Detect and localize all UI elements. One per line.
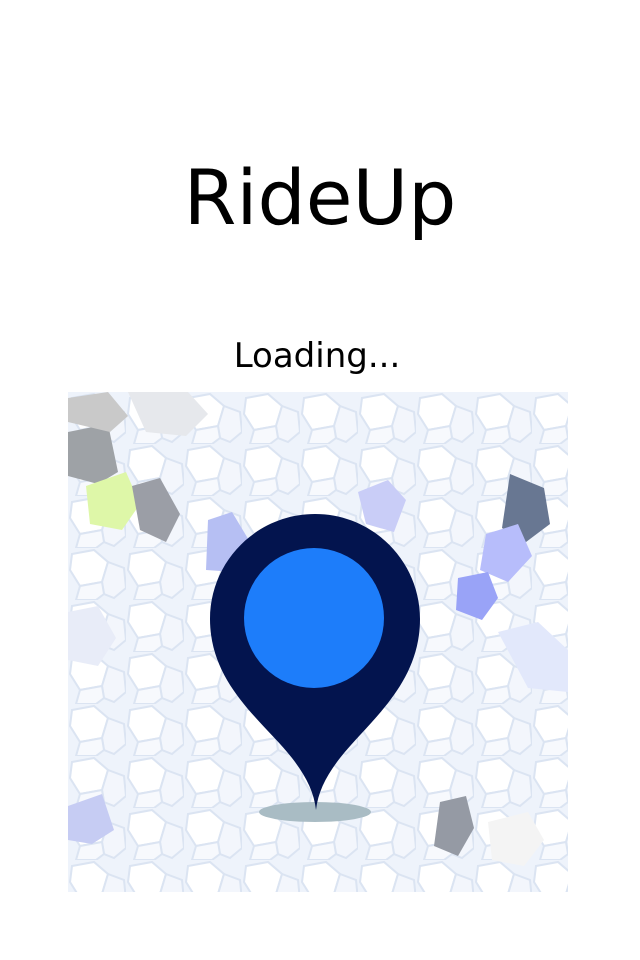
pin-inner-circle bbox=[244, 548, 384, 688]
app-title: RideUp bbox=[183, 153, 457, 242]
splash-image bbox=[68, 392, 568, 892]
loading-label: Loading... bbox=[233, 336, 401, 376]
pin-shadow bbox=[259, 802, 371, 822]
splash-screen: RideUp Loading... bbox=[0, 0, 640, 960]
